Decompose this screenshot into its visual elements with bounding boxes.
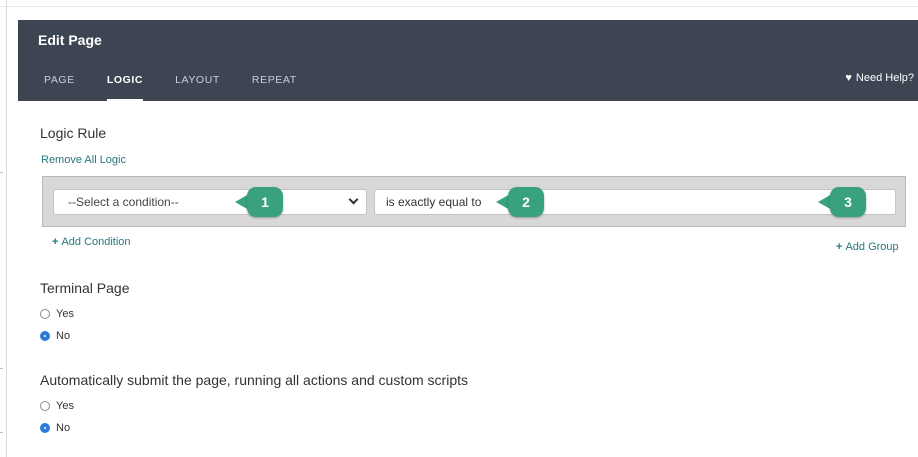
modal-tabs: PAGE LOGIC LAYOUT REPEAT xyxy=(18,74,313,101)
need-help-label: Need Help? xyxy=(855,72,914,84)
radio-label: Yes xyxy=(56,308,74,320)
modal-title: Edit Page xyxy=(38,32,102,48)
condition-select[interactable]: --Select a condition-- xyxy=(53,189,367,215)
page-top-edge xyxy=(0,6,918,7)
callout-3: 3 xyxy=(818,187,866,217)
need-help-link[interactable]: ♥ Need Help? xyxy=(845,72,914,84)
radio-label: No xyxy=(56,422,71,434)
radio-unchecked-icon xyxy=(40,401,50,411)
terminal-yes-radio[interactable]: Yes xyxy=(40,308,74,320)
tab-repeat[interactable]: REPEAT xyxy=(236,74,313,101)
plus-icon: + xyxy=(836,241,843,253)
condition-select-value: --Select a condition-- xyxy=(68,195,179,209)
operator-value: is exactly equal to xyxy=(386,195,482,209)
radio-checked-icon xyxy=(40,423,50,433)
terminal-page-title: Terminal Page xyxy=(40,280,130,296)
add-group-label: Add Group xyxy=(845,241,899,253)
tab-logic[interactable]: LOGIC xyxy=(91,74,159,101)
edge-tick xyxy=(0,368,3,369)
tab-page[interactable]: PAGE xyxy=(18,74,91,101)
radio-checked-icon xyxy=(40,331,50,341)
edge-tick xyxy=(0,172,3,173)
modal-header: Edit Page PAGE LOGIC LAYOUT REPEAT ♥ Nee… xyxy=(18,20,918,101)
callout-number: 2 xyxy=(508,187,544,217)
radio-unchecked-icon xyxy=(40,309,50,319)
heart-icon: ♥ xyxy=(845,72,852,84)
edge-tick xyxy=(0,432,3,433)
edit-page-modal: Edit Page PAGE LOGIC LAYOUT REPEAT ♥ Nee… xyxy=(18,20,918,457)
radio-label: Yes xyxy=(56,400,74,412)
callout-1: 1 xyxy=(235,187,283,217)
autosubmit-yes-radio[interactable]: Yes xyxy=(40,400,74,412)
autosubmit-no-radio[interactable]: No xyxy=(40,422,70,434)
autosubmit-title: Automatically submit the page, running a… xyxy=(40,372,468,388)
add-group-link[interactable]: + Add Group xyxy=(836,241,899,253)
radio-label: No xyxy=(56,330,71,342)
add-condition-label: Add Condition xyxy=(61,236,131,248)
chevron-down-icon xyxy=(348,194,359,205)
remove-all-logic-link[interactable]: Remove All Logic xyxy=(41,154,126,166)
tab-layout[interactable]: LAYOUT xyxy=(159,74,236,101)
callout-2: 2 xyxy=(496,187,544,217)
callout-number: 1 xyxy=(247,187,283,217)
callout-number: 3 xyxy=(830,187,866,217)
logic-rule-row: --Select a condition-- is exactly equal … xyxy=(42,176,906,227)
terminal-no-radio[interactable]: No xyxy=(40,330,70,342)
logic-rule-title: Logic Rule xyxy=(40,125,107,141)
add-condition-link[interactable]: + Add Condition xyxy=(52,236,131,248)
plus-icon: + xyxy=(52,236,59,248)
page-left-edge xyxy=(6,0,7,457)
